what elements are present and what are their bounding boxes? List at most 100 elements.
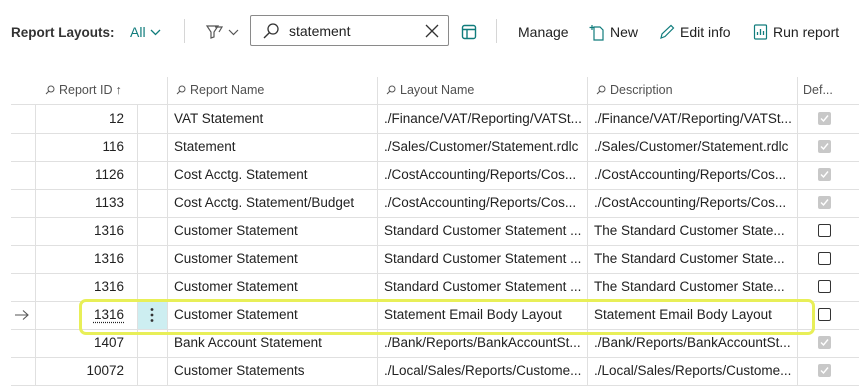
table-row[interactable]: 1316 Customer Statement Statement Email Bo… bbox=[0, 301, 859, 330]
current-row-arrow-icon bbox=[15, 310, 29, 320]
description-cell[interactable]: ./CostAccounting/Reports/Cos... bbox=[594, 161, 794, 189]
search-icon bbox=[386, 85, 396, 95]
chevron-down-icon bbox=[228, 29, 239, 35]
layout-name-cell[interactable]: Standard Customer Statement ... bbox=[384, 273, 584, 301]
column-divider bbox=[797, 77, 798, 386]
description-cell[interactable]: The Standard Customer State... bbox=[594, 217, 794, 245]
description-cell[interactable]: ./Bank/Reports/BankAccountSt... bbox=[594, 329, 794, 357]
default-checkbox[interactable] bbox=[818, 336, 831, 349]
checkmark-icon bbox=[820, 171, 829, 179]
layout-name-cell[interactable]: Standard Customer Statement ... bbox=[384, 217, 584, 245]
description-cell[interactable]: The Standard Customer State... bbox=[594, 273, 794, 301]
table-row[interactable]: 116 Statement ./Sales/Customer/Statement.r… bbox=[0, 133, 859, 162]
report-name-cell[interactable]: Customer Statement bbox=[174, 301, 374, 329]
close-icon[interactable] bbox=[425, 24, 439, 38]
edit-info-button[interactable]: Edit info bbox=[659, 22, 731, 42]
layout-name-cell[interactable]: ./CostAccounting/Reports/Cos... bbox=[384, 189, 584, 217]
description-cell[interactable]: ./Sales/Customer/Statement.rdlc bbox=[594, 133, 794, 161]
filter-pane-button[interactable] bbox=[205, 22, 239, 42]
column-header-description[interactable]: Description bbox=[596, 83, 673, 97]
more-options-icon bbox=[150, 308, 154, 322]
checkmark-icon bbox=[820, 143, 829, 151]
column-header-report-id[interactable]: Report ID ↑ bbox=[45, 83, 122, 97]
view-filter-dropdown[interactable]: All bbox=[130, 22, 161, 42]
checkmark-icon bbox=[820, 199, 829, 207]
table-row[interactable]: 1316 Customer Statement Standard Customer … bbox=[0, 273, 859, 302]
report-id-cell[interactable]: 1316 bbox=[40, 301, 124, 329]
checkmark-icon bbox=[820, 367, 829, 375]
description-cell[interactable]: ./Local/Sales/Reports/Custome... bbox=[594, 357, 794, 385]
new-label: New bbox=[610, 24, 639, 40]
layout-name-cell[interactable]: ./Local/Sales/Reports/Custome... bbox=[384, 357, 584, 385]
report-id-cell[interactable]: 10072 bbox=[40, 357, 124, 385]
default-checkbox[interactable] bbox=[818, 224, 831, 237]
report-name-cell[interactable]: Customer Statements bbox=[174, 357, 374, 385]
report-name-cell[interactable]: Customer Statement bbox=[174, 245, 374, 273]
new-button[interactable]: New bbox=[589, 22, 638, 42]
layout-name-cell[interactable]: Standard Customer Statement ... bbox=[384, 245, 584, 273]
report-id-cell[interactable]: 1316 bbox=[40, 217, 124, 245]
layout-name-cell[interactable]: ./Bank/Reports/BankAccountSt... bbox=[384, 329, 584, 357]
column-divider bbox=[35, 104, 36, 386]
description-cell[interactable]: The Standard Customer State... bbox=[594, 245, 794, 273]
layout-name-cell[interactable]: ./Finance/VAT/Reporting/VATSt... bbox=[384, 105, 584, 133]
column-header-report-name[interactable]: Report Name bbox=[176, 83, 264, 97]
report-name-cell[interactable]: Bank Account Statement bbox=[174, 329, 374, 357]
description-cell[interactable]: ./CostAccounting/Reports/Cos... bbox=[594, 189, 794, 217]
default-checkbox[interactable] bbox=[818, 280, 831, 293]
search-icon bbox=[596, 85, 606, 95]
column-header-layout-name[interactable]: Layout Name bbox=[386, 83, 474, 97]
description-cell[interactable]: Statement Email Body Layout bbox=[594, 301, 794, 329]
report-id-cell[interactable]: 12 bbox=[40, 105, 124, 133]
report-name-cell[interactable]: Customer Statement bbox=[174, 217, 374, 245]
report-id-cell[interactable]: 1316 bbox=[40, 245, 124, 273]
default-checkbox[interactable] bbox=[818, 196, 831, 209]
report-name-cell[interactable]: Cost Acctg. Statement bbox=[174, 161, 374, 189]
default-checkbox[interactable] bbox=[818, 112, 831, 125]
checkmark-icon bbox=[820, 339, 829, 347]
search-field[interactable]: statement bbox=[250, 15, 449, 46]
default-checkbox[interactable] bbox=[818, 140, 831, 153]
column-header-default[interactable]: Def... bbox=[803, 83, 833, 97]
report-id-cell[interactable]: 1126 bbox=[40, 161, 124, 189]
checkmark-icon bbox=[820, 115, 829, 123]
table-row[interactable]: 1316 Customer Statement Standard Customer … bbox=[0, 217, 859, 246]
default-checkbox[interactable] bbox=[818, 364, 831, 377]
column-label: Report ID bbox=[59, 83, 113, 97]
chevron-down-icon bbox=[150, 29, 161, 35]
report-id-cell[interactable]: 1407 bbox=[40, 329, 124, 357]
manage-button[interactable]: Manage bbox=[518, 22, 569, 42]
table-row[interactable]: 1316 Customer Statement Standard Customer … bbox=[0, 245, 859, 274]
default-checkbox[interactable] bbox=[818, 252, 831, 265]
show-details-button[interactable] bbox=[461, 22, 477, 42]
report-id-cell[interactable]: 1133 bbox=[40, 189, 124, 217]
report-name-cell[interactable]: Customer Statement bbox=[174, 273, 374, 301]
page-title: Report Layouts: bbox=[11, 24, 115, 40]
pencil-icon bbox=[660, 24, 675, 39]
row-actions-button[interactable] bbox=[137, 301, 167, 329]
description-cell[interactable]: ./Finance/VAT/Reporting/VATSt... bbox=[594, 105, 794, 133]
layout-name-cell[interactable]: Statement Email Body Layout bbox=[384, 301, 584, 329]
table-row[interactable]: 1126 Cost Acctg. Statement ./CostAccountin… bbox=[0, 161, 859, 190]
report-id-cell[interactable]: 116 bbox=[40, 133, 124, 161]
layout-name-cell[interactable]: ./Sales/Customer/Statement.rdlc bbox=[384, 133, 584, 161]
report-name-cell[interactable]: Cost Acctg. Statement/Budget bbox=[174, 189, 374, 217]
run-report-button[interactable]: Run report bbox=[753, 22, 839, 42]
table-row[interactable]: 1133 Cost Acctg. Statement/Budget ./CostAc… bbox=[0, 189, 859, 218]
report-name-cell[interactable]: VAT Statement bbox=[174, 105, 374, 133]
view-filter-label: All bbox=[130, 24, 146, 40]
search-input[interactable]: statement bbox=[289, 23, 425, 39]
table-header: Report ID ↑ Report Name Layout Name Desc… bbox=[0, 77, 859, 104]
filter-icon bbox=[205, 25, 224, 39]
table-row[interactable]: 10072 Customer Statements ./Local/Sales/Re… bbox=[0, 357, 859, 386]
table-row[interactable]: 1407 Bank Account Statement ./Bank/Reports… bbox=[0, 329, 859, 358]
default-checkbox[interactable] bbox=[818, 168, 831, 181]
table-row[interactable]: 12 VAT Statement ./Finance/VAT/Reporting/V… bbox=[0, 105, 859, 134]
layout-icon bbox=[461, 24, 477, 40]
default-checkbox[interactable] bbox=[818, 308, 831, 321]
column-label: Report Name bbox=[190, 83, 265, 97]
report-id-cell[interactable]: 1316 bbox=[40, 273, 124, 301]
column-divider bbox=[377, 77, 378, 386]
report-name-cell[interactable]: Statement bbox=[174, 133, 374, 161]
layout-name-cell[interactable]: ./CostAccounting/Reports/Cos... bbox=[384, 161, 584, 189]
